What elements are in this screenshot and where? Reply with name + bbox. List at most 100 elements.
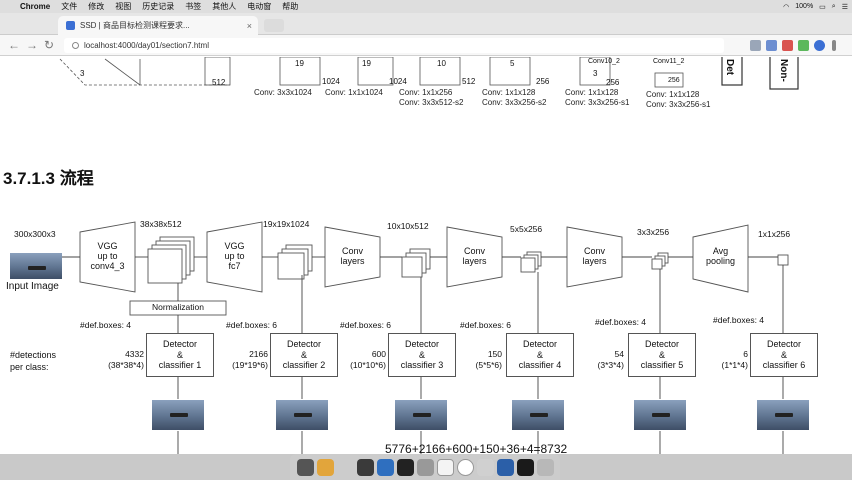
- count-value: 600: [371, 349, 386, 359]
- detector-line: &: [300, 349, 307, 360]
- app-icon[interactable]: [316, 458, 334, 476]
- stage-dim: 38x38x512: [140, 219, 182, 229]
- url-text: localhost:4000/day01/section7.html: [84, 41, 209, 50]
- row-label-line: per class:: [10, 362, 49, 373]
- menu-list-icon[interactable]: ☰: [842, 3, 848, 11]
- toolbar: ← → ↻ localhost:4000/day01/section7.html: [0, 35, 852, 56]
- extension-icon[interactable]: [766, 40, 777, 51]
- avatar[interactable]: [814, 40, 825, 51]
- count-value: 54: [614, 349, 624, 359]
- output-thumbnail: [152, 400, 204, 430]
- trash-icon[interactable]: [536, 458, 554, 476]
- normalization-box: Normalization: [152, 302, 204, 313]
- battery-icon: ▭: [819, 3, 826, 11]
- app-icon[interactable]: [476, 458, 494, 476]
- block-conv-layers: Conv layers: [325, 235, 380, 279]
- output-thumbnail: [757, 400, 809, 430]
- block-line: fc7: [228, 260, 241, 271]
- block-conv-layers: Conv layers: [567, 235, 622, 279]
- count-value: 2166: [249, 349, 268, 359]
- star-icon[interactable]: [750, 40, 761, 51]
- count-calc: (3*3*4): [597, 360, 624, 371]
- stage-dim: 5x5x256: [510, 224, 543, 234]
- output-thumbnail: [276, 400, 328, 430]
- block-line: pooling: [705, 256, 736, 266]
- battery-level[interactable]: 100%: [795, 3, 813, 10]
- menu-edit[interactable]: 修改: [88, 1, 104, 12]
- detector-line: Detector: [404, 339, 439, 350]
- page-content: 3 512 19 1024 19 1024 10 512 5 256 3 256…: [0, 57, 852, 466]
- count-value: 150: [487, 349, 502, 359]
- detector-line: &: [536, 349, 543, 360]
- count-value: 4332: [125, 349, 144, 359]
- tab-ssd[interactable]: SSD | 商品目标检测课程要求... ×: [58, 16, 258, 35]
- forward-icon[interactable]: →: [26, 38, 38, 52]
- input-image: [10, 253, 62, 279]
- app-icon[interactable]: [416, 458, 434, 476]
- def-boxes-label: #def.boxes: 6: [340, 320, 392, 330]
- menu-window[interactable]: 电动窗: [247, 1, 271, 12]
- detector-box-4: Detector & classifier 4: [506, 333, 574, 377]
- address-bar[interactable]: localhost:4000/day01/section7.html: [64, 38, 724, 53]
- detection-count: 150 (5*5*6): [466, 349, 502, 372]
- detector-line: classifier 3: [400, 360, 444, 371]
- block-line: layers: [462, 256, 487, 266]
- detector-line: classifier 2: [282, 360, 326, 371]
- menu-view[interactable]: 视图: [115, 1, 131, 12]
- compass-icon[interactable]: [336, 458, 354, 476]
- tab-title: SSD | 商品目标检测课程要求...: [80, 21, 190, 30]
- reload-icon[interactable]: ↻: [44, 38, 54, 52]
- back-icon[interactable]: ←: [8, 38, 20, 52]
- extension-icon[interactable]: [798, 40, 809, 51]
- count-calc: (5*5*6): [475, 360, 502, 371]
- menu-bookmarks[interactable]: 书签: [185, 1, 201, 12]
- def-boxes-label: #def.boxes: 4: [80, 320, 132, 330]
- app-icon[interactable]: [496, 458, 514, 476]
- input-dim: 300x300x3: [14, 229, 56, 239]
- detector-line: Detector: [286, 339, 321, 350]
- text-editor-icon[interactable]: [436, 458, 454, 476]
- menu-app[interactable]: Chrome: [20, 2, 50, 11]
- clock-icon[interactable]: [456, 458, 474, 476]
- menu-file[interactable]: 文件: [61, 1, 77, 12]
- wifi-icon[interactable]: ◠: [783, 3, 789, 11]
- tab-bar: SSD | 商品目标检测课程要求... ×: [0, 13, 852, 35]
- detector-line: classifier 1: [158, 360, 202, 371]
- app-icon[interactable]: [296, 458, 314, 476]
- detection-count: 4332 (38*38*4): [90, 349, 144, 372]
- menu-history[interactable]: 历史记录: [142, 1, 174, 12]
- def-boxes-label: #def.boxes: 6: [460, 320, 512, 330]
- info-icon[interactable]: [72, 42, 79, 49]
- menu-people[interactable]: 其他人: [212, 1, 236, 12]
- favicon-icon: [66, 21, 75, 30]
- detection-count: 600 (10*10*6): [340, 349, 386, 372]
- detector-line: classifier 5: [640, 360, 684, 371]
- new-tab-button[interactable]: [264, 19, 284, 32]
- detector-line: &: [176, 349, 183, 360]
- detector-line: classifier 4: [518, 360, 562, 371]
- screen: Chrome 文件 修改 视图 历史记录 书签 其他人 电动窗 帮助 ◠ 100…: [0, 0, 852, 480]
- block-line: conv4_3: [90, 260, 125, 271]
- menubar: Chrome 文件 修改 视图 历史记录 书签 其他人 电动窗 帮助 ◠ 100…: [0, 0, 852, 13]
- detector-box-3: Detector & classifier 3: [388, 333, 456, 377]
- menu-help[interactable]: 帮助: [282, 1, 298, 12]
- detector-line: classifier 6: [762, 360, 806, 371]
- terminal-icon[interactable]: [396, 458, 414, 476]
- detector-line: Detector: [644, 339, 679, 350]
- block-avg-pooling: Avg pooling: [693, 235, 748, 279]
- block-vgg-fc7: VGG up to fc7: [207, 235, 262, 279]
- search-icon[interactable]: ⌕: [832, 3, 836, 11]
- app-icon[interactable]: [356, 458, 374, 476]
- input-label: Input Image: [6, 281, 59, 292]
- detector-box-5: Detector & classifier 5: [628, 333, 696, 377]
- extension-icon[interactable]: [782, 40, 793, 51]
- more-icon[interactable]: [832, 40, 836, 51]
- block-vgg-conv4: VGG up to conv4_3: [80, 235, 135, 279]
- count-calc: (19*19*6): [232, 360, 268, 371]
- app-icon[interactable]: [376, 458, 394, 476]
- detector-box-6: Detector & classifier 6: [750, 333, 818, 377]
- app-icon[interactable]: [516, 458, 534, 476]
- detection-count: 2166 (19*19*6): [222, 349, 268, 372]
- detector-box-1: Detector & classifier 1: [146, 333, 214, 377]
- close-icon[interactable]: ×: [247, 21, 252, 31]
